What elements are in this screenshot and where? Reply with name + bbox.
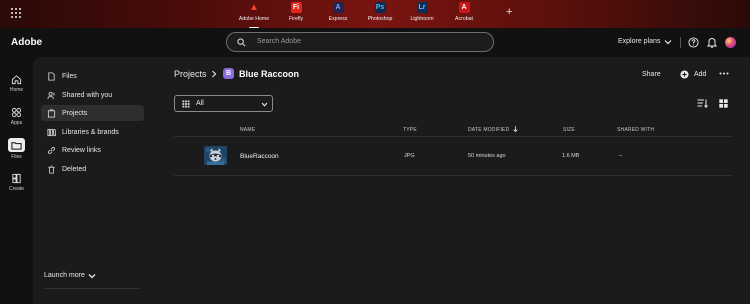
nav-item-files[interactable]: Files	[41, 68, 144, 84]
chevron-down-icon[interactable]	[88, 273, 96, 279]
launch-more-button[interactable]: Launch more	[44, 272, 85, 279]
nav-item-shared[interactable]: Shared with you	[41, 87, 144, 103]
app-list: ▲ Adobe Home Fi Firefly A Express Ps Pho…	[233, 2, 485, 29]
home-icon	[11, 75, 22, 85]
nav-item-projects[interactable]: Projects	[41, 105, 144, 121]
app-adobe-home[interactable]: ▲ Adobe Home	[233, 2, 275, 29]
column-header-date-modified[interactable]: DATE MODIFIED	[468, 127, 509, 133]
content-panel: Files Shared with you Projects Libraries…	[33, 57, 750, 304]
apps-icon	[11, 107, 22, 118]
firefly-icon: Fi	[290, 2, 302, 13]
sort-descending-icon	[513, 126, 518, 132]
page-title: Blue Raccoon	[239, 69, 300, 79]
breadcrumb-projects[interactable]: Projects	[174, 69, 207, 79]
photoshop-icon: Ps	[374, 2, 386, 13]
trash-icon	[48, 165, 55, 174]
search-placeholder: Search Adobe	[257, 38, 301, 45]
column-header-shared-with[interactable]: SHARED WITH	[617, 127, 654, 133]
project-badge: B	[223, 68, 234, 79]
grid-filter-icon	[182, 100, 190, 108]
grid-view-icon[interactable]	[719, 99, 728, 108]
more-options-icon[interactable]	[719, 72, 729, 75]
search-icon	[237, 38, 246, 47]
shared-icon	[47, 91, 55, 99]
app-photoshop[interactable]: Ps Photoshop	[359, 2, 401, 28]
filter-dropdown[interactable]: All	[174, 95, 273, 112]
chevron-down-icon[interactable]	[664, 39, 672, 45]
nav-item-deleted[interactable]: Deleted	[41, 161, 144, 177]
rail-item-home[interactable]: Home	[0, 74, 33, 93]
acrobat-icon: A	[458, 2, 470, 13]
filter-value: All	[196, 100, 204, 107]
sort-list-icon[interactable]	[697, 99, 708, 108]
lightroom-icon: Lr	[416, 2, 428, 13]
column-header-size[interactable]: SIZE	[563, 127, 575, 133]
library-icon	[47, 128, 56, 136]
add-button[interactable]: Add	[694, 71, 706, 78]
notifications-bell-icon[interactable]	[707, 37, 717, 48]
file-name[interactable]: BlueRaccoon	[240, 153, 279, 160]
app-firefly[interactable]: Fi Firefly	[275, 2, 317, 28]
rail-item-files[interactable]: Files	[0, 138, 33, 160]
user-avatar[interactable]	[725, 37, 736, 48]
adobe-home-icon: ▲	[249, 2, 259, 13]
file-date-modified: 50 minutes ago	[468, 153, 506, 159]
rail-item-create[interactable]: Create	[0, 173, 33, 192]
share-button[interactable]: Share	[642, 71, 661, 78]
add-circle-icon[interactable]	[680, 70, 689, 79]
left-rail: Home Apps Files Create	[0, 57, 33, 304]
express-icon: A	[332, 2, 344, 13]
chevron-right-icon	[212, 70, 217, 78]
app-acrobat[interactable]: A Acrobat	[443, 2, 485, 28]
help-icon[interactable]	[688, 37, 699, 48]
file-shared-with: –	[619, 153, 623, 159]
folder-icon	[11, 141, 22, 150]
nav-divider	[44, 288, 139, 289]
global-header: Adobe Search Adobe Explore plans	[0, 28, 750, 57]
rail-active-highlight	[8, 138, 25, 152]
app-express[interactable]: A Express	[317, 2, 359, 28]
rail-item-apps[interactable]: Apps	[0, 107, 33, 126]
create-icon	[12, 173, 21, 184]
link-icon	[47, 146, 56, 154]
column-header-name[interactable]: NAME	[240, 127, 255, 133]
app-grid-icon[interactable]	[11, 8, 21, 18]
header-divider	[680, 37, 681, 48]
file-thumbnail[interactable]	[204, 146, 227, 165]
explore-plans-link[interactable]: Explore plans	[618, 38, 660, 45]
file-size: 1.6 MB	[562, 153, 580, 159]
adobe-logo[interactable]: Adobe	[11, 37, 42, 48]
project-icon	[47, 108, 56, 118]
app-switcher-bar: ▲ Adobe Home Fi Firefly A Express Ps Pho…	[0, 0, 750, 29]
column-header-type[interactable]: TYPE	[403, 127, 417, 133]
add-app-icon[interactable]: +	[506, 7, 512, 18]
file-type: JPG	[404, 153, 415, 159]
chevron-down-icon	[261, 102, 268, 107]
app-lightroom[interactable]: Lr Lightroom	[401, 2, 443, 28]
nav-item-libraries[interactable]: Libraries & brands	[41, 124, 144, 140]
file-icon	[48, 71, 55, 81]
search-input[interactable]: Search Adobe	[226, 32, 494, 52]
nav-item-review-links[interactable]: Review links	[41, 142, 144, 158]
table-header-divider	[174, 136, 732, 137]
table-row-divider	[174, 175, 732, 176]
